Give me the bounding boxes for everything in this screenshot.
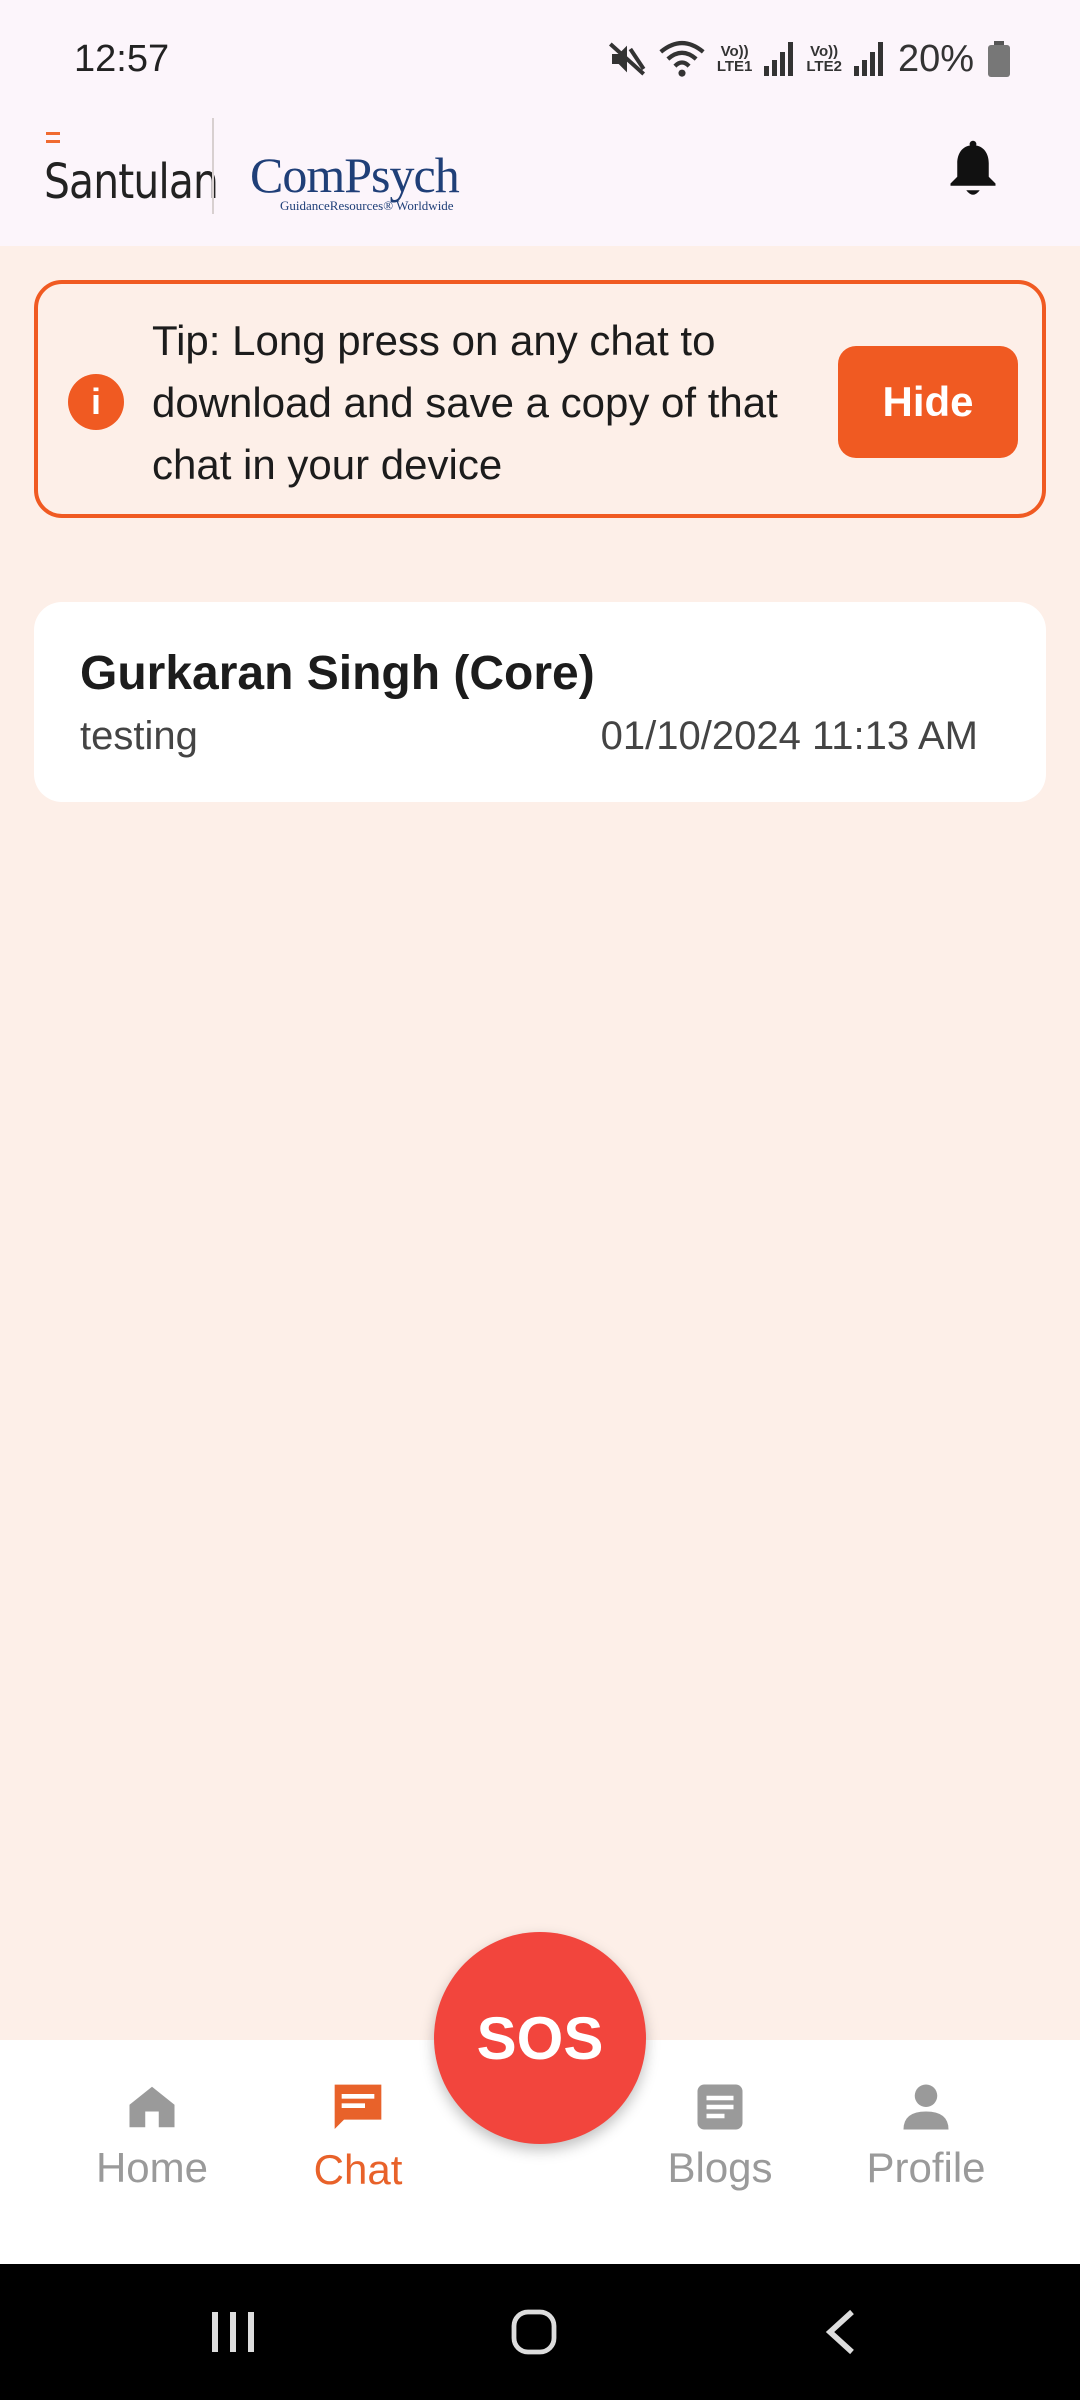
system-nav-bar bbox=[0, 2264, 1080, 2400]
tip-banner: i Tip: Long press on any chat to downloa… bbox=[34, 280, 1046, 518]
back-icon[interactable] bbox=[820, 2308, 860, 2356]
nav-blogs[interactable]: Blogs bbox=[630, 2080, 810, 2192]
info-icon: i bbox=[68, 374, 124, 430]
chat-preview: testing bbox=[80, 714, 198, 758]
status-bar: 12:57 Vo)) LTE1 Vo)) LTE2 20% bbox=[0, 0, 1080, 118]
sos-button[interactable]: SOS bbox=[434, 1932, 646, 2144]
compsych-tagline: GuidanceResources® Worldwide bbox=[280, 198, 454, 213]
nav-chat[interactable]: Chat bbox=[268, 2080, 448, 2194]
hide-button[interactable]: Hide bbox=[838, 346, 1018, 458]
signal-icon bbox=[764, 42, 794, 76]
app-header: Santulan ComPsych GuidanceResources® Wor… bbox=[0, 118, 1080, 246]
nav-profile-label: Profile bbox=[866, 2144, 986, 2191]
santulan-wordmark: Santulan bbox=[44, 154, 219, 210]
volte2-indicator: Vo)) LTE2 bbox=[806, 43, 842, 75]
battery-icon bbox=[988, 41, 1010, 77]
home-icon bbox=[129, 2086, 175, 2128]
status-time: 12:57 bbox=[74, 37, 170, 80]
compsych-wordmark: ComPsych bbox=[250, 147, 460, 203]
chat-contact-name: Gurkaran Singh (Core) bbox=[80, 647, 595, 700]
nav-home[interactable]: Home bbox=[62, 2080, 242, 2192]
nav-chat-label: Chat bbox=[313, 2146, 403, 2193]
logo-divider bbox=[212, 118, 214, 214]
recent-apps-icon[interactable] bbox=[208, 2308, 258, 2356]
nav-blogs-label: Blogs bbox=[667, 2144, 773, 2191]
santulan-mark-icon bbox=[46, 132, 60, 148]
tip-text: Tip: Long press on any chat to download … bbox=[152, 317, 778, 488]
profile-icon bbox=[903, 2084, 949, 2130]
status-icons: Vo)) LTE1 Vo)) LTE2 20% bbox=[607, 38, 1010, 81]
nav-profile[interactable]: Profile bbox=[836, 2080, 1016, 2192]
chat-list-item[interactable]: Gurkaran Singh (Core) testing 01/10/2024… bbox=[34, 602, 1046, 802]
chat-icon bbox=[334, 2084, 382, 2129]
wifi-icon bbox=[659, 40, 705, 77]
compsych-logo: ComPsych GuidanceResources® Worldwide bbox=[250, 147, 460, 214]
volte1-indicator: Vo)) LTE1 bbox=[716, 43, 753, 75]
battery-percent: 20% bbox=[897, 37, 974, 80]
mute-icon bbox=[608, 42, 646, 76]
blog-icon bbox=[697, 2084, 743, 2130]
nav-home-label: Home bbox=[95, 2144, 209, 2191]
bell-icon[interactable] bbox=[946, 140, 1000, 200]
home-system-icon[interactable] bbox=[510, 2308, 558, 2356]
chat-timestamp: 01/10/2024 11:13 AM bbox=[600, 714, 978, 758]
signal-icon bbox=[853, 42, 883, 76]
